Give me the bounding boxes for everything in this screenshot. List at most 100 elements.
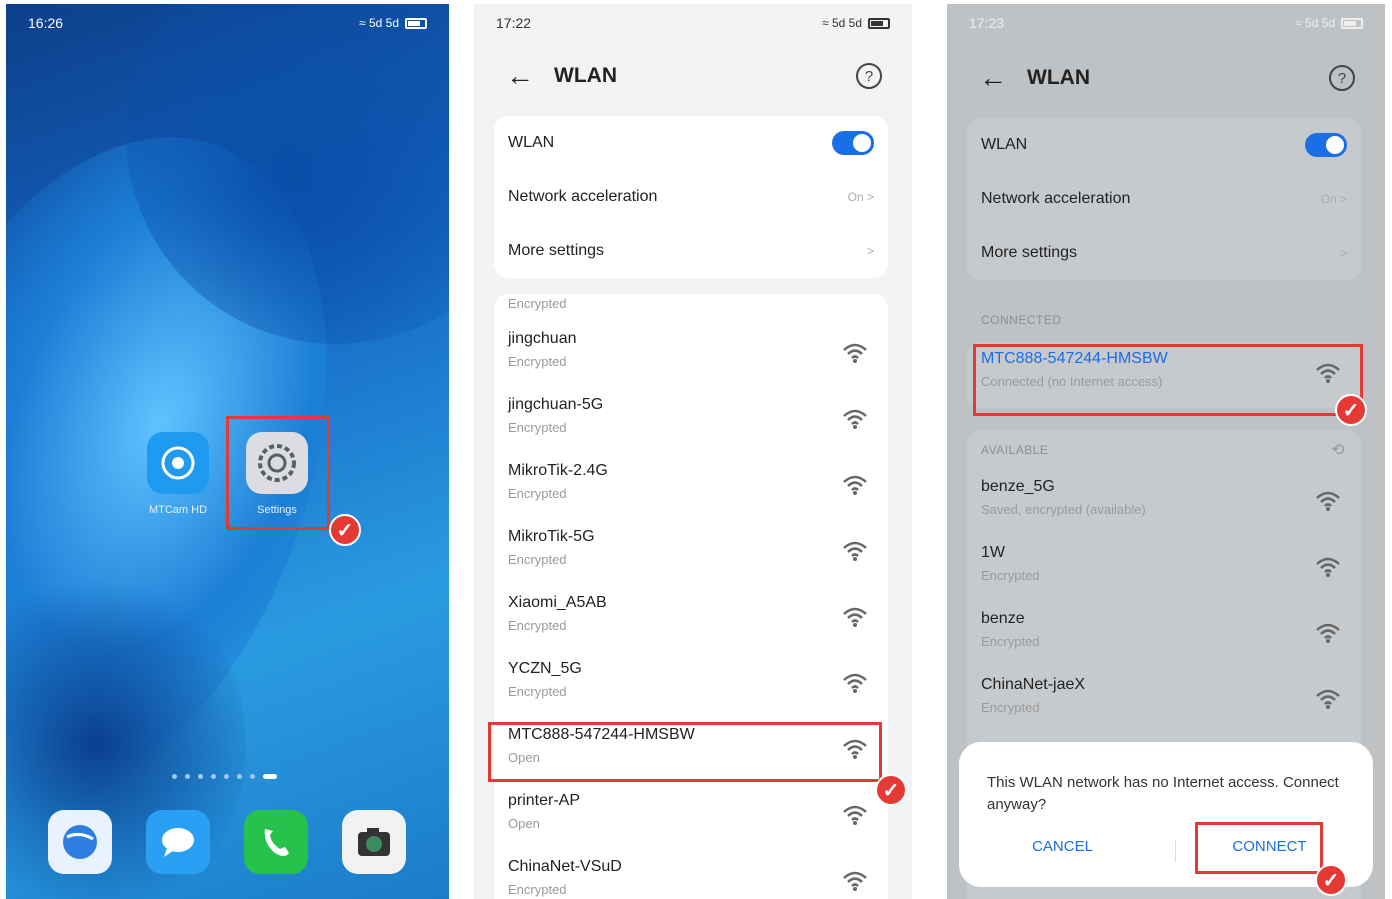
status-bar: 17:22 ≈ 5d 5d [496, 14, 890, 32]
row-label: WLAN [508, 134, 555, 151]
status-time: 17:22 [496, 15, 532, 31]
phone-icon[interactable] [244, 810, 308, 874]
signal-icon: ≈ 5d 5d [1295, 16, 1335, 30]
wifi-icon [843, 475, 867, 495]
network-name: benze_5G [981, 478, 1055, 495]
cancel-button[interactable]: CANCEL [959, 838, 1166, 855]
wifi-icon [843, 871, 867, 891]
network-status: Saved, encrypted (available) [981, 502, 1146, 517]
network-name: Xiaomi_A5AB [508, 594, 607, 611]
network-name: jingchuan [508, 330, 577, 347]
row-label: Network acceleration [981, 190, 1131, 207]
list-item[interactable]: benze_5G Saved, encrypted (available) [967, 470, 1361, 536]
network-status: Encrypted [508, 486, 567, 501]
page-indicator [172, 774, 277, 779]
status-time: 17:23 [969, 15, 1005, 31]
wifi-icon [843, 343, 867, 363]
app-label: MTCam HD [148, 504, 208, 516]
row-value: On > [847, 190, 874, 204]
messages-icon[interactable] [146, 810, 210, 874]
more-settings-row[interactable]: More settings > [967, 226, 1361, 280]
row-label: More settings [981, 244, 1078, 261]
network-name: ChinaNet-VSuD [508, 858, 622, 875]
list-item[interactable]: jingchuan-5G Encrypted [494, 388, 888, 454]
camera-icon[interactable] [342, 810, 406, 874]
network-status: Encrypted [981, 568, 1040, 583]
network-list: Encrypted jingchuan Encrypted jingchuan-5G… [494, 294, 888, 899]
wifi-icon [843, 409, 867, 429]
page-title: WLAN [1027, 66, 1090, 89]
highlight-box [226, 416, 330, 530]
wifi-icon [843, 541, 867, 561]
settings-card: WLAN Network acceleration On > More sett… [967, 118, 1361, 280]
signal-icon: ≈ 5d 5d [822, 16, 862, 30]
list-item[interactable]: ChinaNet-VSuD Encrypted [494, 850, 888, 899]
network-status: Encrypted [508, 552, 567, 567]
list-item[interactable]: 1W Encrypted [967, 536, 1361, 602]
browser-icon[interactable] [48, 810, 112, 874]
help-icon[interactable]: ? [856, 63, 882, 89]
row-label: Network acceleration [508, 188, 658, 205]
network-name: ChinaNet-jaeX [981, 676, 1086, 693]
dialog-message: This WLAN network has no Internet access… [987, 774, 1339, 813]
app-mtcam[interactable]: MTCam HD [146, 432, 210, 516]
header: ← WLAN ? [979, 58, 1355, 98]
network-status: Encrypted [508, 618, 567, 633]
settings-card: WLAN Network acceleration On > More sett… [494, 116, 888, 278]
list-item[interactable]: jingchuan Encrypted [494, 322, 888, 388]
home-screen-panel: 16:26 ≈ 5d 5d MTCam HD Settings ✓ [6, 4, 449, 899]
wifi-icon [1316, 689, 1340, 709]
list-item[interactable]: benze Encrypted [967, 602, 1361, 668]
connected-header: CONNECTED [981, 313, 1062, 327]
wlan-toggle-row[interactable]: WLAN [967, 118, 1361, 172]
wlan-toggle-row[interactable]: WLAN [494, 116, 888, 170]
network-status: Encrypted [508, 882, 567, 897]
back-arrow-icon[interactable]: ← [506, 60, 534, 92]
network-status: Encrypted [508, 684, 567, 699]
back-arrow-icon[interactable]: ← [979, 62, 1007, 94]
more-settings-row[interactable]: More settings > [494, 224, 888, 278]
network-status: Encrypted [508, 420, 567, 435]
wifi-icon [843, 673, 867, 693]
refresh-icon[interactable]: ⟲ [1331, 440, 1345, 460]
row-value: On > [1320, 192, 1347, 206]
signal-icon: ≈ 5d 5d [359, 16, 399, 30]
status-time: 16:26 [28, 15, 64, 31]
status-bar: 17:23 ≈ 5d 5d [969, 14, 1363, 32]
network-status: Encrypted [981, 700, 1040, 715]
row-label: WLAN [981, 136, 1028, 153]
wifi-icon [843, 805, 867, 825]
wifi-icon [1316, 623, 1340, 643]
network-name: 1W [981, 544, 1005, 561]
network-status: Encrypted [508, 296, 567, 311]
check-icon: ✓ [329, 514, 361, 546]
network-status: Open [508, 816, 540, 831]
list-item[interactable]: printer-AP Open [494, 784, 888, 850]
wlan-toggle[interactable] [832, 131, 874, 155]
row-label: More settings [508, 242, 605, 259]
row-value: > [1339, 246, 1347, 260]
battery-icon [1341, 17, 1363, 29]
check-icon: ✓ [875, 774, 907, 806]
list-item[interactable]: ChinaNet-jaeX Encrypted [967, 668, 1361, 734]
help-icon[interactable]: ? [1329, 65, 1355, 91]
wlan-toggle[interactable] [1305, 133, 1347, 157]
list-item[interactable]: YCZN_5G Encrypted [494, 652, 888, 718]
list-item[interactable]: Xiaomi_A5AB Encrypted [494, 586, 888, 652]
network-acceleration-row[interactable]: Network acceleration On > [494, 170, 888, 224]
status-bar: 16:26 ≈ 5d 5d [28, 14, 427, 32]
highlight-box [488, 722, 882, 782]
list-item[interactable]: MikroTik-5G Encrypted [494, 520, 888, 586]
battery-icon [405, 17, 427, 29]
network-name: printer-AP [508, 792, 581, 809]
check-icon: ✓ [1315, 864, 1347, 896]
network-name: jingchuan-5G [508, 396, 604, 413]
network-status: Encrypted [508, 354, 567, 369]
list-item[interactable]: MikroTik-2.4G Encrypted [494, 454, 888, 520]
network-name: MikroTik-5G [508, 528, 595, 545]
network-acceleration-row[interactable]: Network acceleration On > [967, 172, 1361, 226]
wlan-list-panel: 17:22 ≈ 5d 5d ← WLAN ? WLAN Network acce… [474, 4, 912, 899]
wifi-icon [1316, 491, 1340, 511]
network-name: benze [981, 610, 1025, 627]
page-title: WLAN [554, 64, 617, 87]
